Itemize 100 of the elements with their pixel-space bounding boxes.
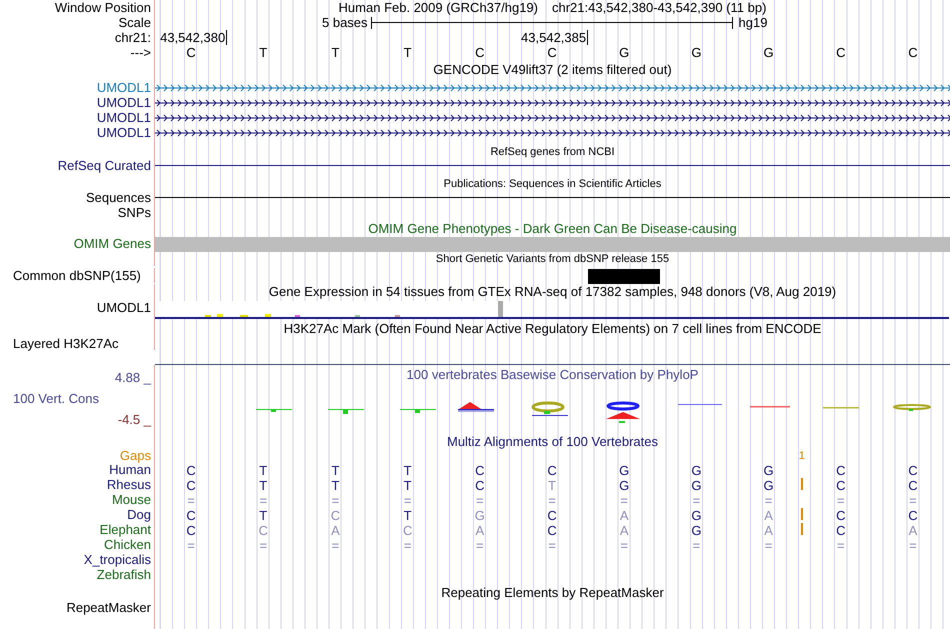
base-letter: G	[474, 508, 485, 523]
track-label: Scale	[0, 15, 155, 30]
track-title: Multiz Alignments of 100 Vertebrates	[446, 435, 658, 449]
base-letter: C	[547, 523, 557, 538]
base-letter: C	[547, 508, 557, 523]
track-label: Window Position	[0, 0, 155, 15]
base-letter: C	[836, 508, 846, 523]
species-label: Zebrafish	[0, 567, 155, 582]
species-label: Rhesus	[0, 477, 155, 492]
track-title: Repeating Elements by RepeatMasker	[441, 586, 664, 600]
base-letter: =	[909, 538, 917, 553]
track-label: Layered H3K27Ac	[0, 337, 155, 350]
variant-bar[interactable]	[588, 268, 660, 284]
scale-length: 5 bases	[322, 16, 368, 30]
track-label: 100 Vert. Cons	[12, 391, 100, 406]
base-letter: C	[836, 523, 846, 538]
base-letter: =	[620, 538, 628, 553]
base-letter: =	[764, 538, 772, 553]
base-letter: C	[186, 478, 196, 493]
base-letter: C	[547, 463, 557, 478]
base-letter: =	[909, 493, 917, 508]
base-letter: =	[187, 538, 195, 553]
base-letter: T	[548, 478, 556, 493]
position-range: chr21:43,542,380-43,542,390 (11 bp)	[552, 0, 766, 14]
track-title: Short Genetic Variants from dbSNP release 155	[436, 253, 670, 265]
base-letter: T	[402, 46, 413, 60]
assembly-title: Human Feb. 2009 (GRCh37/hg19)	[338, 0, 538, 14]
base-letter: A	[620, 523, 629, 538]
track-title: GENCODE V49lift37 (2 items filtered out)	[433, 63, 672, 77]
base-letter: =	[836, 493, 845, 508]
base-letter: =	[404, 493, 412, 508]
base-letter: =	[259, 538, 268, 553]
base-letter: G	[619, 463, 630, 478]
species-label: X_tropicalis	[0, 552, 155, 567]
base-letter: =	[476, 538, 484, 553]
base-letter: G	[619, 478, 630, 493]
base-letter: G	[690, 46, 702, 60]
species-label: Human	[0, 462, 155, 477]
base-letter: C	[258, 523, 268, 538]
base-letter: C	[908, 508, 918, 523]
base-letter: T	[331, 463, 340, 478]
base-letter: C	[836, 463, 846, 478]
base-letter: C	[186, 463, 196, 478]
base-letter: A	[764, 508, 773, 523]
base-letter: T	[331, 478, 340, 493]
base-letter: C	[185, 46, 197, 60]
base-letter: =	[187, 493, 195, 508]
base-letter: C	[546, 46, 558, 60]
gap-count: 1	[798, 450, 805, 462]
coordinate-tick: 43,542,385	[516, 30, 588, 45]
base-letter: G	[618, 46, 630, 60]
base-letter: C	[402, 523, 412, 538]
base-letter: =	[764, 493, 772, 508]
base-letter: =	[476, 493, 484, 508]
base-letter: =	[620, 493, 628, 508]
species-label: Elephant	[0, 522, 155, 537]
track-title: 100 vertebrates Basewise Conservation by PhyloP	[406, 368, 698, 382]
track-title: OMIM Gene Phenotypes - Dark Green Can Be Disease-causing	[368, 222, 737, 236]
base-letter: A	[620, 508, 629, 523]
track-label: Sequences	[0, 190, 155, 205]
base-letter: T	[404, 508, 412, 523]
base-letter: T	[259, 508, 268, 523]
base-letter: C	[907, 46, 919, 60]
base-letter: A	[476, 523, 484, 538]
base-letter: C	[836, 478, 846, 493]
base-letter: G	[764, 478, 774, 493]
base-letter: A	[331, 523, 340, 538]
base-letter: C	[475, 478, 485, 493]
track-title: Gene Expression in 54 tissues from GTEx RNA-seq of 17382 samples, 948 donors (V8, Aug 2019)	[268, 285, 836, 299]
track-label: --->	[0, 45, 155, 60]
base-letter: T	[404, 478, 412, 493]
species-label: Chicken	[0, 537, 155, 552]
track-label: Gaps	[0, 448, 155, 463]
base-letter: =	[548, 493, 556, 508]
base-letter: C	[186, 523, 196, 538]
base-letter: C	[330, 508, 340, 523]
base-letter: =	[259, 493, 268, 508]
base-letter: G	[691, 508, 702, 523]
track-title: H3K27Ac Mark (Often Found Near Active Regulatory Elements) on 7 cell lines from ENCODE	[284, 322, 822, 336]
axis-max-label: 4.88 _	[114, 370, 151, 385]
base-letter: =	[332, 538, 340, 553]
base-letter: =	[836, 538, 845, 553]
base-letter: =	[404, 538, 412, 553]
base-letter: A	[908, 523, 918, 538]
base-letter: T	[404, 463, 412, 478]
base-letter: A	[764, 523, 773, 538]
track-label: Common dbSNP(155)	[0, 268, 155, 282]
base-letter: T	[259, 478, 268, 493]
base-letter: =	[332, 493, 340, 508]
base-letter: C	[474, 46, 486, 60]
base-letter: T	[259, 463, 268, 478]
base-letter: C	[835, 46, 846, 60]
base-letter: =	[692, 538, 700, 553]
base-letter: C	[908, 478, 918, 493]
track-label: RefSeq Curated	[0, 158, 155, 173]
base-letter: =	[692, 493, 700, 508]
assembly-name: hg19	[738, 16, 768, 30]
base-letter: G	[691, 463, 702, 478]
track-label: RepeatMasker	[0, 600, 155, 615]
base-letter: T	[258, 46, 268, 60]
